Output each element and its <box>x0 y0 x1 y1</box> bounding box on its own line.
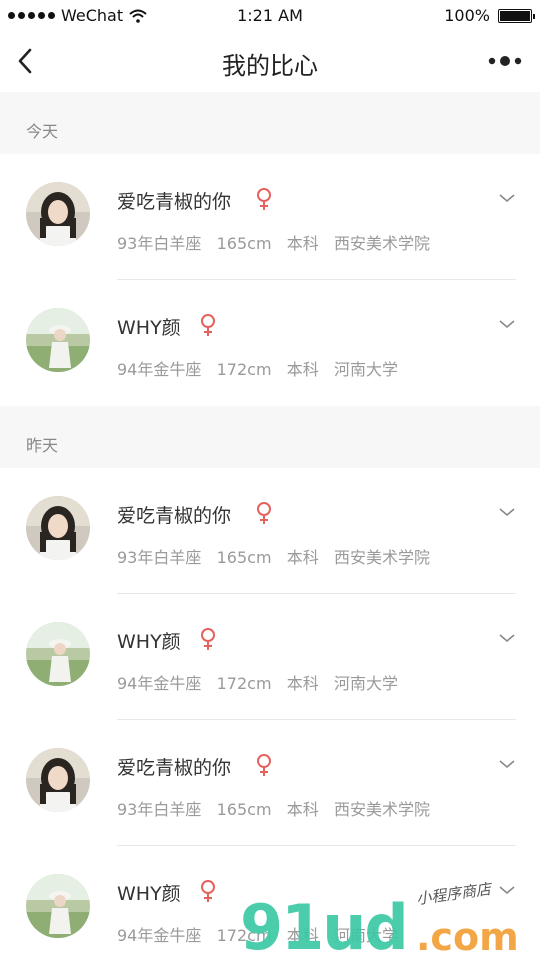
chevron-down-icon[interactable] <box>498 506 516 518</box>
battery-percent: 100% <box>444 6 490 25</box>
user-name: 爱吃青椒的你 <box>117 505 232 527</box>
status-right: 100% <box>444 6 535 25</box>
list-item[interactable]: 爱吃青椒的你 93年白羊座 165cm 本科 西安美术学院 <box>0 468 540 594</box>
avatar[interactable] <box>26 496 90 560</box>
list-item[interactable]: WHY颜 94年金牛座 172cm 本科 河南大学 <box>0 846 540 960</box>
phone-screen: WeChat 1:21 AM 100% 我的比心 今天爱吃青椒的你 93年白羊座 … <box>0 0 540 960</box>
user-name: WHY颜 <box>117 631 181 653</box>
user-name: WHY颜 <box>117 883 181 905</box>
avatar[interactable] <box>26 622 90 686</box>
page-title: 我的比心 <box>222 52 318 80</box>
avatar[interactable] <box>26 748 90 812</box>
chevron-down-icon[interactable] <box>498 192 516 204</box>
avatar[interactable] <box>26 308 90 372</box>
avatar[interactable] <box>26 182 90 246</box>
navigation-bar: 我的比心 <box>0 30 540 92</box>
user-name: 爱吃青椒的你 <box>117 757 232 779</box>
section-header: 今天 <box>0 92 540 154</box>
list-item[interactable]: 爱吃青椒的你 93年白羊座 165cm 本科 西安美术学院 <box>0 720 540 846</box>
avatar[interactable] <box>26 874 90 938</box>
status-bar: WeChat 1:21 AM 100% <box>0 0 540 30</box>
user-meta: 93年白羊座 165cm 本科 西安美术学院 <box>117 800 431 819</box>
female-icon <box>201 628 215 650</box>
user-meta: 94年金牛座 172cm 本科 河南大学 <box>117 360 399 379</box>
female-icon <box>201 880 215 902</box>
user-name: 爱吃青椒的你 <box>117 191 232 213</box>
female-icon <box>257 754 271 776</box>
list-item[interactable]: 爱吃青椒的你 93年白羊座 165cm 本科 西安美术学院 <box>0 154 540 280</box>
battery-icon <box>498 8 535 23</box>
list-item[interactable]: WHY颜 94年金牛座 172cm 本科 河南大学 <box>0 280 540 406</box>
battery-level <box>500 10 530 21</box>
female-icon <box>257 188 271 210</box>
more-dots-icon[interactable] <box>486 54 526 68</box>
female-icon <box>201 314 215 336</box>
user-meta: 93年白羊座 165cm 本科 西安美术学院 <box>117 548 431 567</box>
female-icon <box>257 502 271 524</box>
section-header: 昨天 <box>0 406 540 468</box>
user-meta: 93年白羊座 165cm 本科 西安美术学院 <box>117 234 431 253</box>
match-list: 今天爱吃青椒的你 93年白羊座 165cm 本科 西安美术学院 WHY颜 94年金牛座… <box>0 92 540 960</box>
list-item[interactable]: WHY颜 94年金牛座 172cm 本科 河南大学 <box>0 594 540 720</box>
user-meta: 94年金牛座 172cm 本科 河南大学 <box>117 674 399 693</box>
user-meta: 94年金牛座 172cm 本科 河南大学 <box>117 926 399 945</box>
chevron-down-icon[interactable] <box>498 318 516 330</box>
chevron-down-icon[interactable] <box>498 632 516 644</box>
user-name: WHY颜 <box>117 317 181 339</box>
chevron-down-icon[interactable] <box>498 884 516 896</box>
chevron-down-icon[interactable] <box>498 758 516 770</box>
